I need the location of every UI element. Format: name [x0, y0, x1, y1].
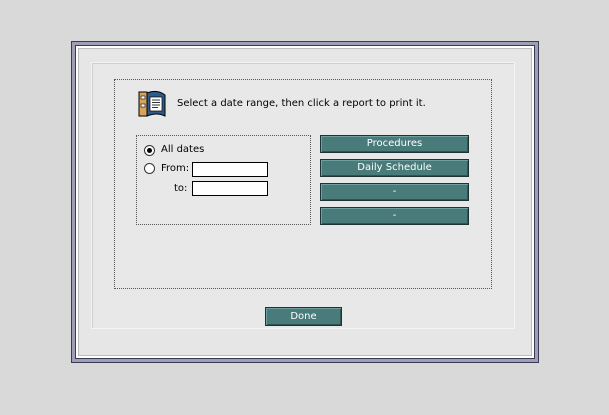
done-button[interactable]: Done [265, 307, 342, 326]
report-button-3[interactable]: - [320, 183, 469, 201]
from-label[interactable]: From: [161, 163, 189, 174]
daily-schedule-report-button[interactable]: Daily Schedule [320, 159, 469, 177]
report-print-icon [138, 90, 166, 117]
from-radio[interactable] [144, 163, 155, 174]
all-dates-radio[interactable] [144, 145, 155, 156]
report-button-4[interactable]: - [320, 207, 469, 225]
procedures-report-button[interactable]: Procedures [320, 135, 469, 153]
desktop: Select a date range, then click a report… [0, 0, 609, 415]
to-label: to: [174, 183, 188, 194]
to-date-field[interactable] [192, 181, 268, 196]
instruction-text: Select a date range, then click a report… [177, 98, 426, 109]
all-dates-label[interactable]: All dates [161, 144, 204, 155]
from-date-field[interactable] [192, 162, 268, 177]
